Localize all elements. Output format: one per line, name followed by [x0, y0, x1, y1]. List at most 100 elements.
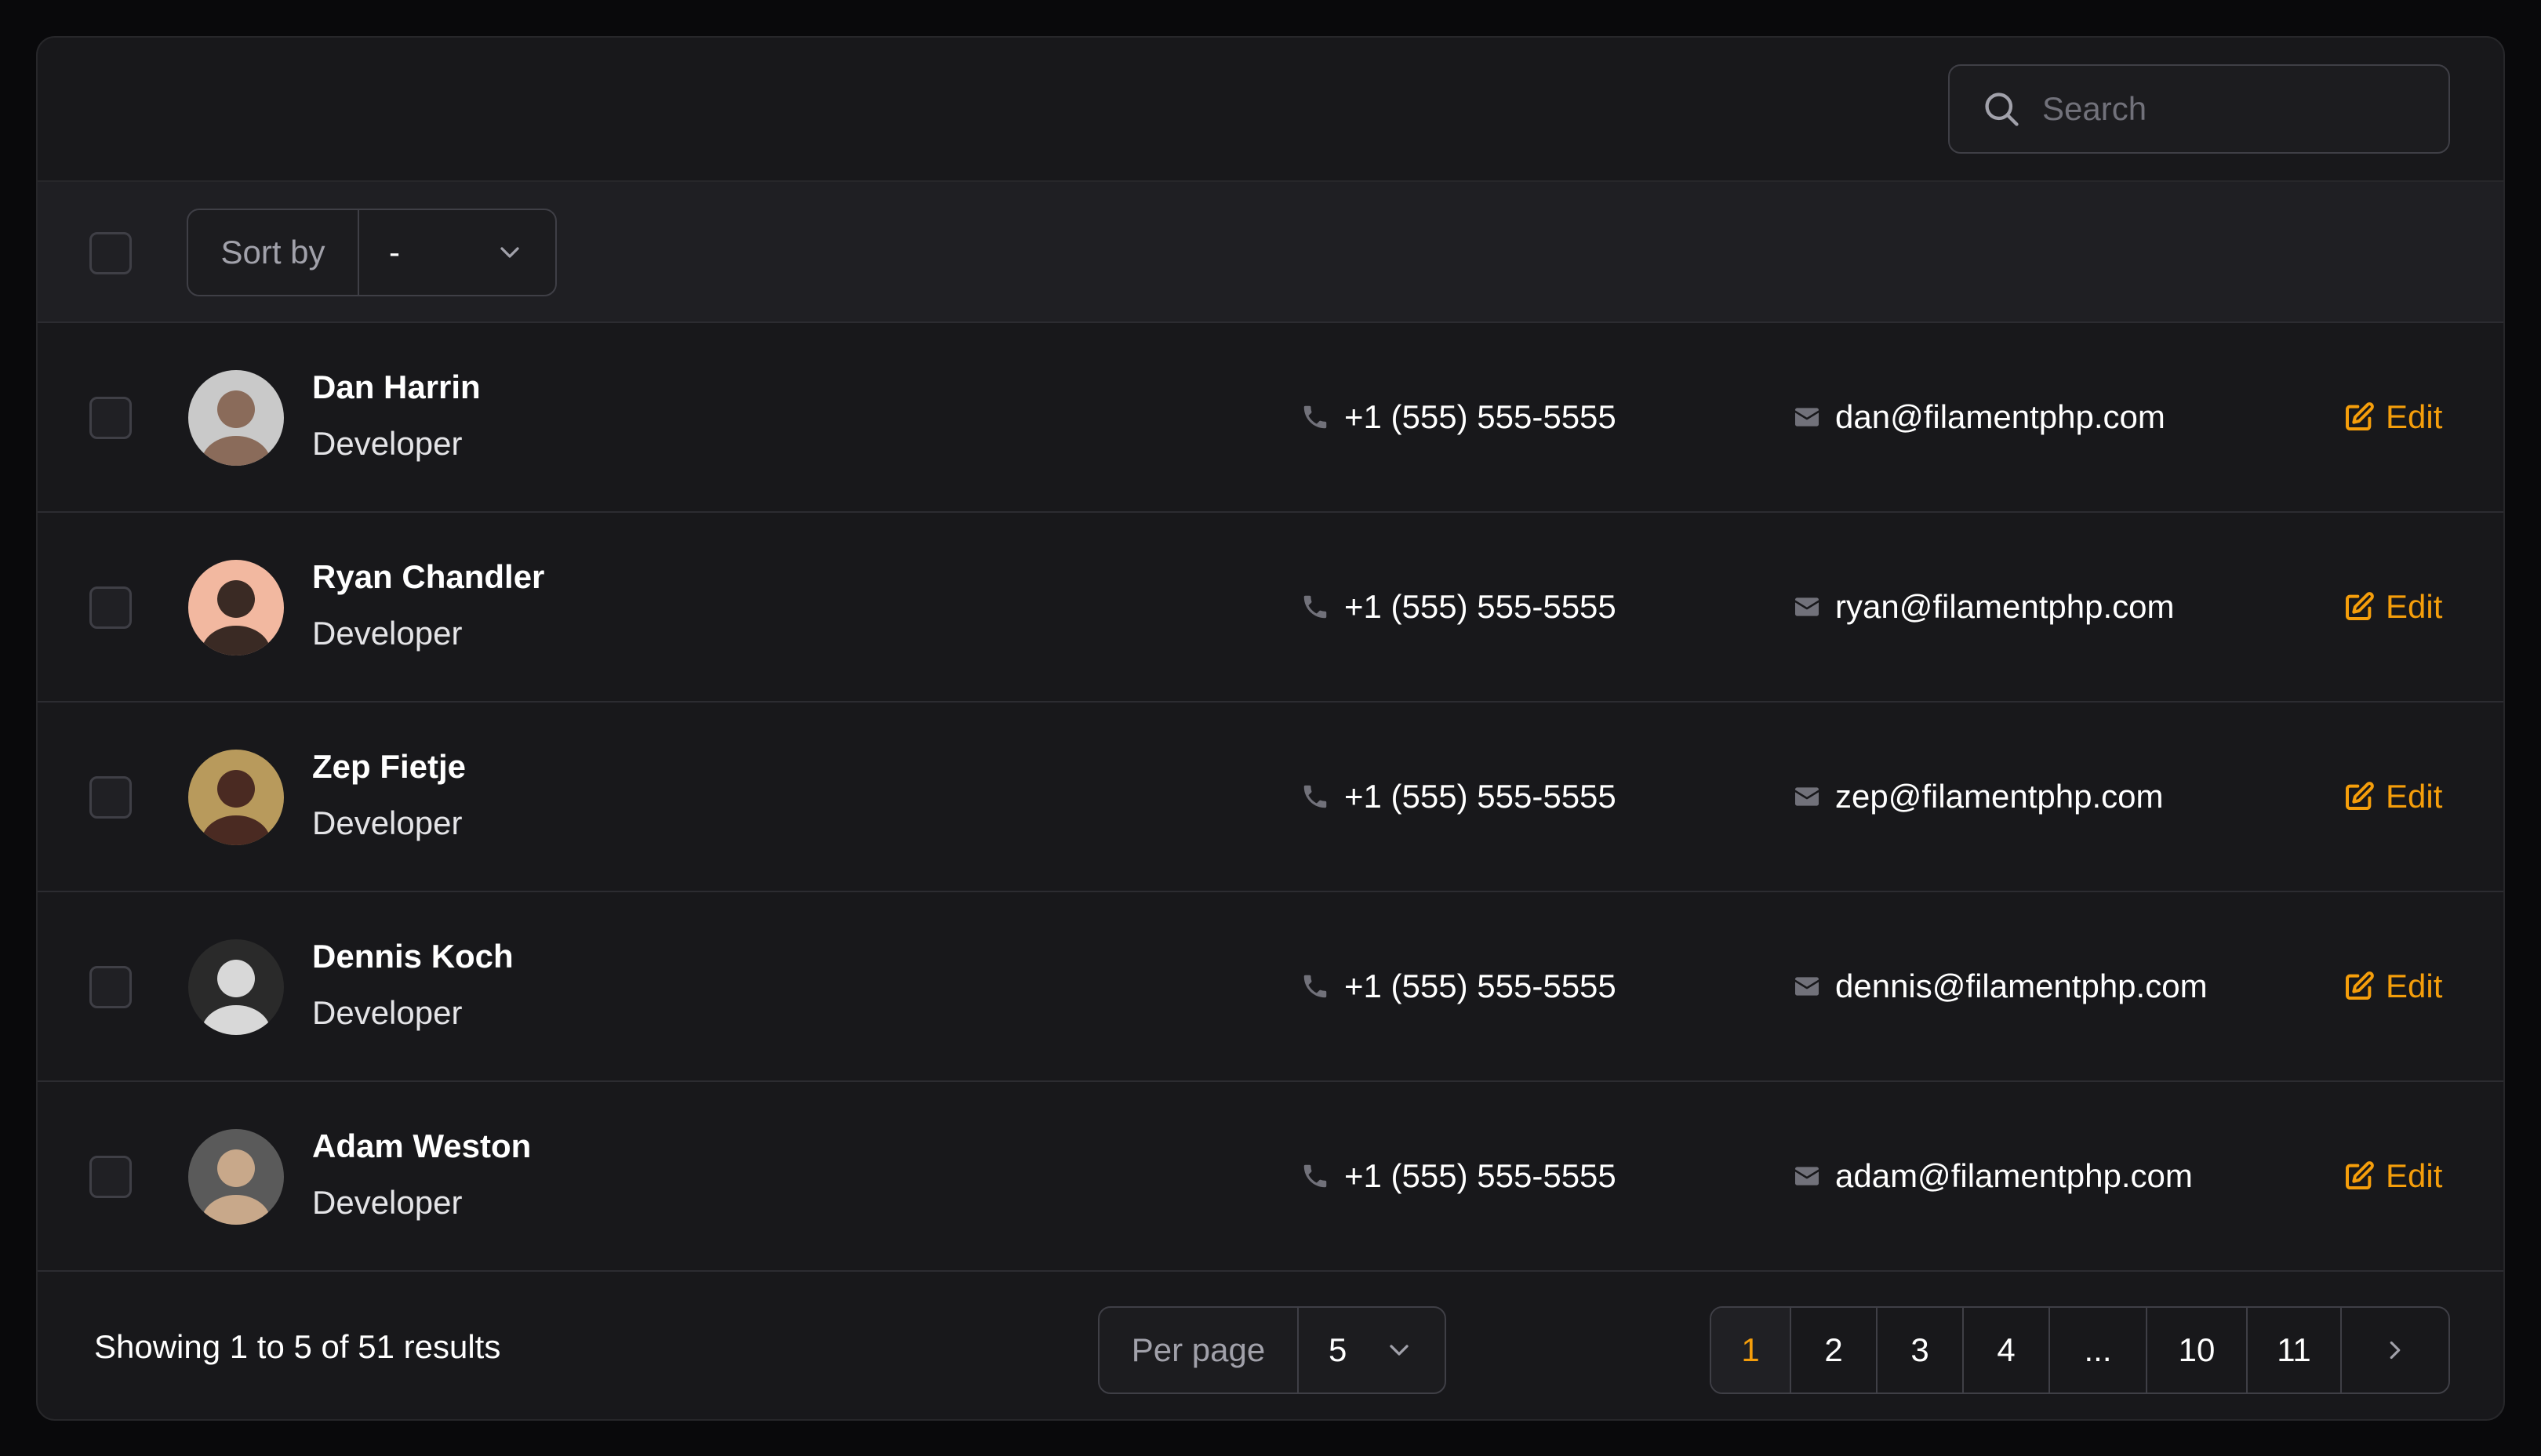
user-phone: +1 (555) 555-5555 [1300, 968, 1616, 1005]
pencil-square-icon [2346, 1161, 2374, 1189]
phone-text: +1 (555) 555-5555 [1344, 398, 1616, 435]
page-button-2[interactable]: 2 [1791, 1308, 1878, 1392]
user-name: Zep Fietje [312, 748, 467, 785]
avatar [188, 370, 284, 466]
envelope-icon [1795, 787, 1819, 806]
table-row: Adam Weston Developer +1 (555) 555-5555 … [38, 1082, 2503, 1272]
search-input[interactable] [2042, 90, 2403, 128]
email-text: ryan@filamentphp.com [1835, 588, 2175, 625]
pencil-square-icon [2346, 782, 2374, 810]
row-checkbox[interactable] [89, 966, 132, 1008]
row-checkbox[interactable] [89, 1156, 132, 1198]
user-role: Developer [312, 1184, 463, 1221]
page-button-1[interactable]: 1 [1711, 1308, 1791, 1392]
envelope-icon [1795, 1167, 1819, 1185]
user-role: Developer [312, 615, 463, 652]
email-text: dan@filamentphp.com [1835, 398, 2165, 435]
edit-label: Edit [2386, 398, 2443, 435]
phone-text: +1 (555) 555-5555 [1344, 778, 1616, 815]
user-email: dan@filamentphp.com [1791, 398, 2165, 436]
user-email: zep@filamentphp.com [1791, 778, 2164, 815]
row-checkbox[interactable] [89, 776, 132, 819]
table-row: Zep Fietje Developer +1 (555) 555-5555 z… [38, 703, 2503, 892]
user-email: ryan@filamentphp.com [1791, 588, 2175, 626]
user-role: Developer [312, 994, 463, 1031]
user-role: Developer [312, 804, 463, 841]
next-page-button[interactable] [2342, 1308, 2448, 1392]
envelope-icon [1795, 408, 1819, 427]
edit-button[interactable]: Edit [2343, 588, 2442, 626]
per-page-value: 5 [1329, 1331, 1347, 1368]
email-text: dennis@filamentphp.com [1835, 968, 2208, 1004]
phone-text: +1 (555) 555-5555 [1344, 588, 1616, 625]
table-row: Ryan Chandler Developer +1 (555) 555-555… [38, 513, 2503, 703]
sort-label: Sort by [188, 210, 359, 295]
search-field[interactable] [1948, 64, 2450, 154]
results-summary: Showing 1 to 5 of 51 results [94, 1328, 501, 1365]
page-button-10[interactable]: 10 [2147, 1308, 2248, 1392]
edit-button[interactable]: Edit [2343, 398, 2442, 436]
page-button-4[interactable]: 4 [1964, 1308, 2050, 1392]
edit-label: Edit [2386, 968, 2443, 1004]
phone-text: +1 (555) 555-5555 [1344, 968, 1616, 1004]
pagination: 1 2 3 4... 10 11 [1710, 1306, 2450, 1394]
page-button-11[interactable]: 11 [2248, 1308, 2342, 1392]
table-toolbar: Sort by - [38, 180, 2503, 323]
pencil-square-icon [2346, 971, 2374, 1000]
edit-label: Edit [2386, 778, 2443, 815]
user-phone: +1 (555) 555-5555 [1300, 588, 1616, 626]
avatar-head [217, 580, 255, 618]
phone-icon [1303, 975, 1327, 998]
page-button-3[interactable]: 3 [1878, 1308, 1964, 1392]
phone-icon [1303, 595, 1327, 619]
row-checkbox[interactable] [89, 586, 132, 629]
user-role: Developer [312, 425, 463, 462]
edit-button[interactable]: Edit [2343, 1157, 2442, 1195]
avatar-head [217, 770, 255, 808]
user-name: Dan Harrin [312, 369, 481, 405]
user-email: adam@filamentphp.com [1791, 1157, 2193, 1195]
edit-label: Edit [2386, 1157, 2443, 1194]
edit-button[interactable]: Edit [2343, 968, 2442, 1005]
phone-icon [1303, 1164, 1327, 1188]
search-icon [1985, 93, 2019, 126]
phone-text: +1 (555) 555-5555 [1344, 1157, 1616, 1194]
phone-icon [1303, 405, 1327, 429]
per-page-select[interactable]: Per page 5 [1098, 1306, 1446, 1394]
envelope-icon [1795, 597, 1819, 616]
user-email: dennis@filamentphp.com [1791, 968, 2208, 1005]
chevron-down-icon [500, 247, 519, 258]
avatar [188, 1129, 284, 1225]
edit-button[interactable]: Edit [2343, 778, 2442, 815]
avatar [188, 560, 284, 655]
user-name: Ryan Chandler [312, 558, 545, 595]
email-text: zep@filamentphp.com [1835, 778, 2164, 815]
table-footer: Showing 1 to 5 of 51 results Per page 5 … [38, 1280, 2503, 1419]
row-checkbox[interactable] [89, 397, 132, 439]
user-phone: +1 (555) 555-5555 [1300, 1157, 1616, 1195]
envelope-icon [1795, 977, 1819, 996]
email-text: adam@filamentphp.com [1835, 1157, 2193, 1194]
chevron-down-icon [1390, 1345, 1409, 1356]
per-page-label: Per page [1100, 1308, 1299, 1392]
avatar-head [217, 390, 255, 428]
users-table-card: Sort by - Dan Harrin Developer +1 (555) … [36, 36, 2505, 1421]
table-row: Dennis Koch Developer +1 (555) 555-5555 … [38, 892, 2503, 1082]
chevron-right-icon [2390, 1341, 2401, 1360]
user-phone: +1 (555) 555-5555 [1300, 778, 1616, 815]
pagination-ellipsis: ... [2050, 1308, 2147, 1392]
sort-value: - [389, 234, 400, 271]
user-name: Adam Weston [312, 1127, 532, 1164]
avatar-head [217, 960, 255, 997]
table-row: Dan Harrin Developer +1 (555) 555-5555 d… [38, 323, 2503, 513]
phone-icon [1303, 785, 1327, 808]
user-phone: +1 (555) 555-5555 [1300, 398, 1616, 436]
avatar [188, 939, 284, 1035]
pencil-square-icon [2346, 592, 2374, 620]
edit-label: Edit [2386, 588, 2443, 625]
sort-select[interactable]: Sort by - [187, 209, 557, 296]
table-header [38, 38, 2503, 180]
pencil-square-icon [2346, 402, 2374, 430]
avatar-head [217, 1149, 255, 1187]
select-all-checkbox[interactable] [89, 232, 132, 274]
